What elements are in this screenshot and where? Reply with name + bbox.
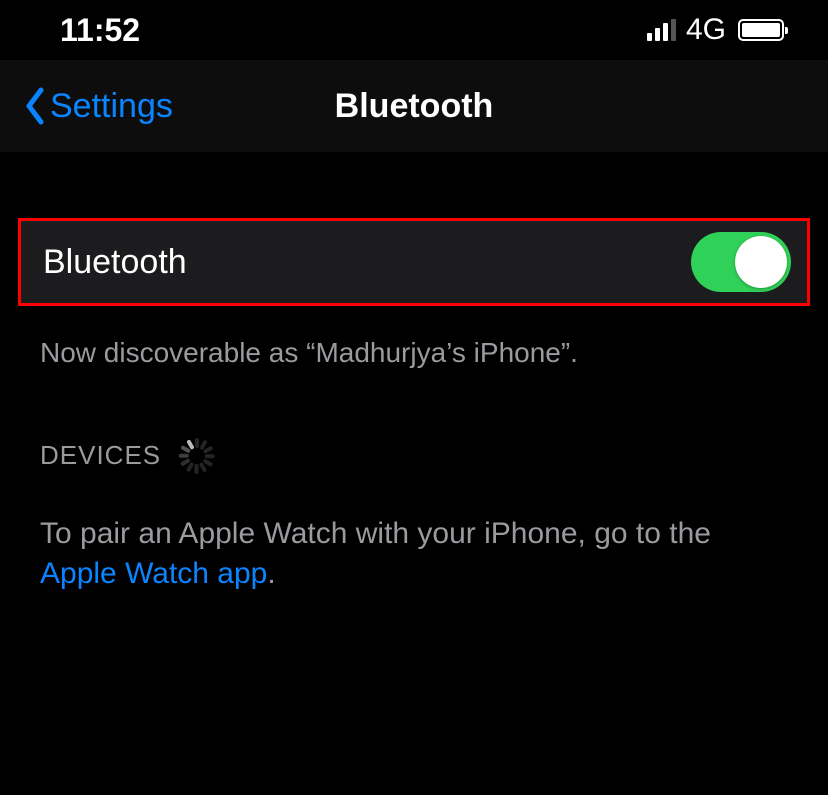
network-type: 4G	[686, 13, 726, 47]
status-right: 4G	[647, 13, 784, 47]
cellular-signal-icon	[647, 19, 676, 41]
chevron-left-icon	[24, 87, 46, 125]
status-time: 11:52	[60, 12, 140, 49]
pair-hint-suffix: .	[267, 557, 275, 590]
discoverable-text: Now discoverable as “Madhurjya’s iPhone”…	[0, 306, 828, 382]
nav-bar: Settings Bluetooth	[0, 60, 828, 152]
bluetooth-toggle-switch[interactable]	[691, 232, 791, 292]
devices-section-header: DEVICES	[0, 382, 828, 474]
pair-hint-prefix: To pair an Apple Watch with your iPhone,…	[40, 517, 711, 550]
back-button[interactable]: Settings	[24, 87, 173, 126]
pair-hint-text: To pair an Apple Watch with your iPhone,…	[0, 474, 828, 595]
status-bar: 11:52 4G	[0, 0, 828, 60]
devices-section-label: DEVICES	[40, 440, 161, 471]
battery-icon	[738, 19, 784, 41]
spinner-icon	[179, 438, 215, 474]
bluetooth-toggle-row[interactable]: Bluetooth	[18, 218, 810, 306]
apple-watch-app-link[interactable]: Apple Watch app	[40, 557, 267, 590]
bluetooth-toggle-label: Bluetooth	[43, 243, 187, 282]
back-label: Settings	[50, 87, 173, 126]
